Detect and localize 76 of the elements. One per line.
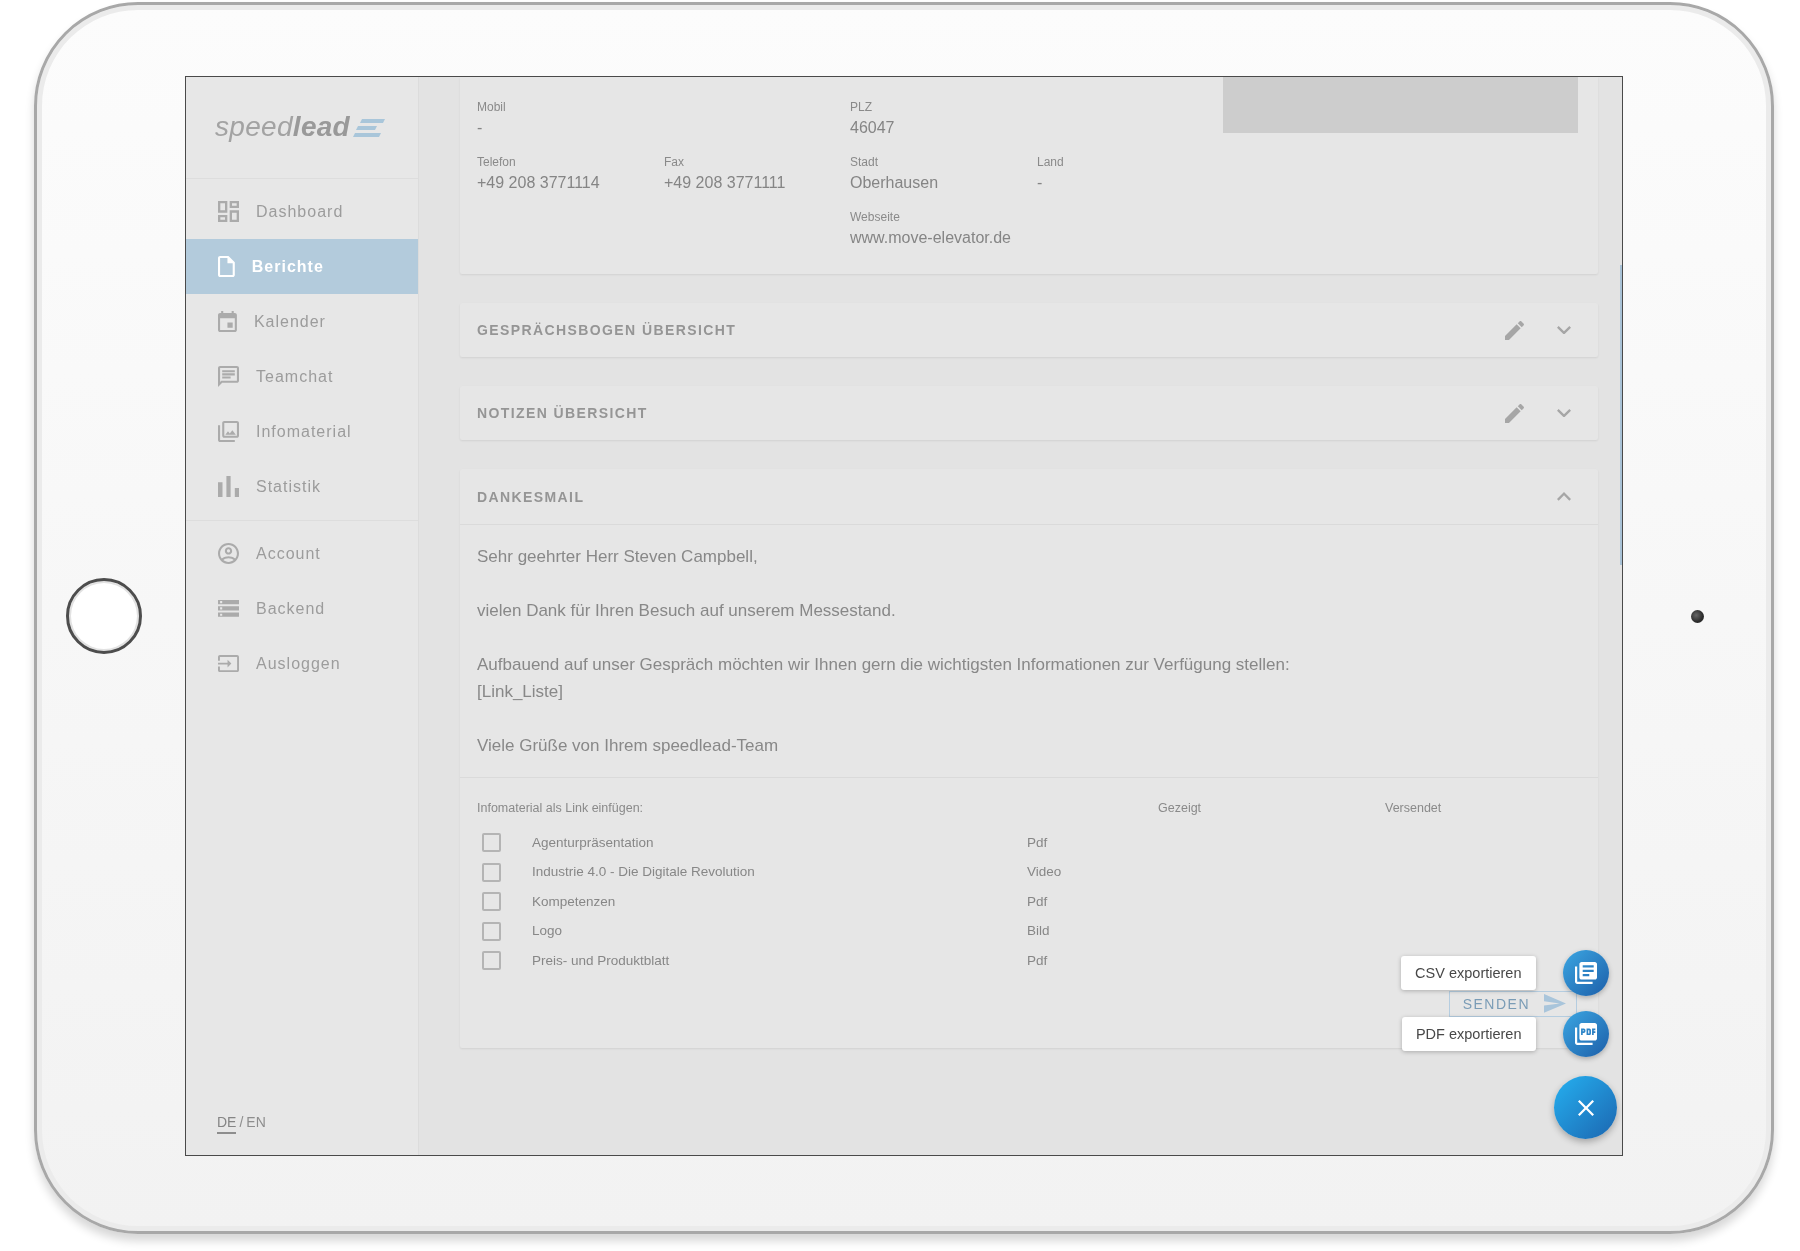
material-type: Pdf xyxy=(1027,892,1049,911)
send-button[interactable]: SENDEN xyxy=(1448,990,1577,1017)
accordion-title: GESPRÄCHSBOGEN ÜBERSICHT xyxy=(477,322,738,338)
dashboard-icon xyxy=(218,201,239,222)
material-name: Preis- und Produktblatt xyxy=(532,951,671,970)
pdf-document-icon xyxy=(1574,1023,1597,1045)
column-header: Versendet xyxy=(1385,800,1443,816)
nav-item[interactable]: Kalender xyxy=(186,294,418,349)
nav-item[interactable]: Backend xyxy=(186,581,418,636)
field-label: Mobil xyxy=(477,100,506,115)
calendar-icon xyxy=(218,311,237,332)
field-value: +49 208 3771111 xyxy=(664,173,786,193)
language-separator: / xyxy=(239,1113,244,1131)
field-label: PLZ xyxy=(850,100,872,115)
checkbox[interactable] xyxy=(482,862,501,882)
material-type: Video xyxy=(1027,863,1063,882)
list-icon xyxy=(218,600,239,617)
material-type: Pdf xyxy=(1027,951,1049,970)
checkbox[interactable] xyxy=(482,951,501,971)
mail-paragraph: Sehr geehrter Herr Steven Campbell, xyxy=(477,546,759,568)
logo-text: speedlead xyxy=(215,111,351,143)
nav-item[interactable]: Teamchat xyxy=(186,349,418,404)
field-value: +49 208 3771114 xyxy=(477,173,600,193)
mail-paragraph: Viele Grüße von Ihrem speedlead-Team xyxy=(477,735,780,757)
material-type: Bild xyxy=(1027,922,1051,941)
field-label: Land xyxy=(1037,155,1064,170)
field-label: Webseite xyxy=(850,210,900,225)
nav-item[interactable]: Berichte xyxy=(186,239,418,294)
material-name: Logo xyxy=(532,922,564,941)
fab-label: PDF exportieren xyxy=(1401,1017,1536,1051)
material-name: Kompetenzen xyxy=(532,892,617,911)
material-name: Agenturpräsentation xyxy=(532,833,655,852)
language-option[interactable]: EN xyxy=(246,1113,266,1134)
field-value: - xyxy=(477,118,483,138)
main-fab[interactable] xyxy=(1554,1076,1617,1139)
language-option[interactable]: DE xyxy=(217,1113,237,1134)
field-value: 46047 xyxy=(850,118,895,138)
nav-item[interactable]: Dashboard xyxy=(186,184,418,239)
field-label: Telefon xyxy=(477,155,516,170)
column-header: Gezeigt xyxy=(1158,800,1203,816)
logout-icon xyxy=(218,654,239,673)
field-label: Fax xyxy=(664,155,684,170)
nav-item[interactable]: Ausloggen xyxy=(186,636,418,691)
accordion-title: DANKESMAIL xyxy=(477,488,586,505)
document-icon xyxy=(218,256,235,277)
checkbox[interactable] xyxy=(482,833,501,853)
checkbox[interactable] xyxy=(482,921,501,941)
chevron-down-icon[interactable] xyxy=(1557,408,1571,418)
field-label: Stadt xyxy=(850,155,879,170)
accordion-title: NOTIZEN ÜBERSICHT xyxy=(477,405,649,421)
material-type: Pdf xyxy=(1027,833,1049,852)
fab-label: CSV exportieren xyxy=(1401,956,1536,990)
scrollbar-thumb[interactable] xyxy=(1620,265,1622,565)
mail-paragraph: vielen Dank für Ihren Besuch auf unserem Messestand. xyxy=(477,600,897,622)
field-value: - xyxy=(1037,173,1043,193)
chevron-up-icon[interactable] xyxy=(1557,492,1571,501)
edit-icon[interactable] xyxy=(1505,403,1524,423)
edit-icon[interactable] xyxy=(1505,320,1524,340)
bar-chart-icon xyxy=(218,476,239,497)
chat-icon xyxy=(218,366,239,387)
export-fab[interactable] xyxy=(1562,1011,1609,1057)
nav-item[interactable]: Account xyxy=(186,526,418,581)
mail-paragraph: Aufbauend auf unser Gespräch möchten wir Ihnen gern die wichtigsten Informationen zur Verfügung stellen: [Link_Liste] xyxy=(477,654,1291,703)
nav-item[interactable]: Infomaterial xyxy=(186,404,418,459)
material-name: Industrie 4.0 - Die Digitale Revolution xyxy=(532,863,756,882)
field-value: www.move-elevator.de xyxy=(850,228,1011,248)
document-stack-icon xyxy=(1574,962,1597,984)
field-value: Oberhausen xyxy=(850,173,939,193)
checkbox[interactable] xyxy=(482,892,501,912)
chevron-down-icon[interactable] xyxy=(1557,325,1571,335)
nav-item[interactable]: Statistik xyxy=(186,459,418,514)
image-gallery-icon xyxy=(218,421,239,442)
send-icon xyxy=(1544,994,1566,1013)
material-heading: Infomaterial als Link einfügen: xyxy=(477,800,645,816)
camera-icon xyxy=(1690,609,1704,623)
speed-lines-icon xyxy=(353,119,386,137)
